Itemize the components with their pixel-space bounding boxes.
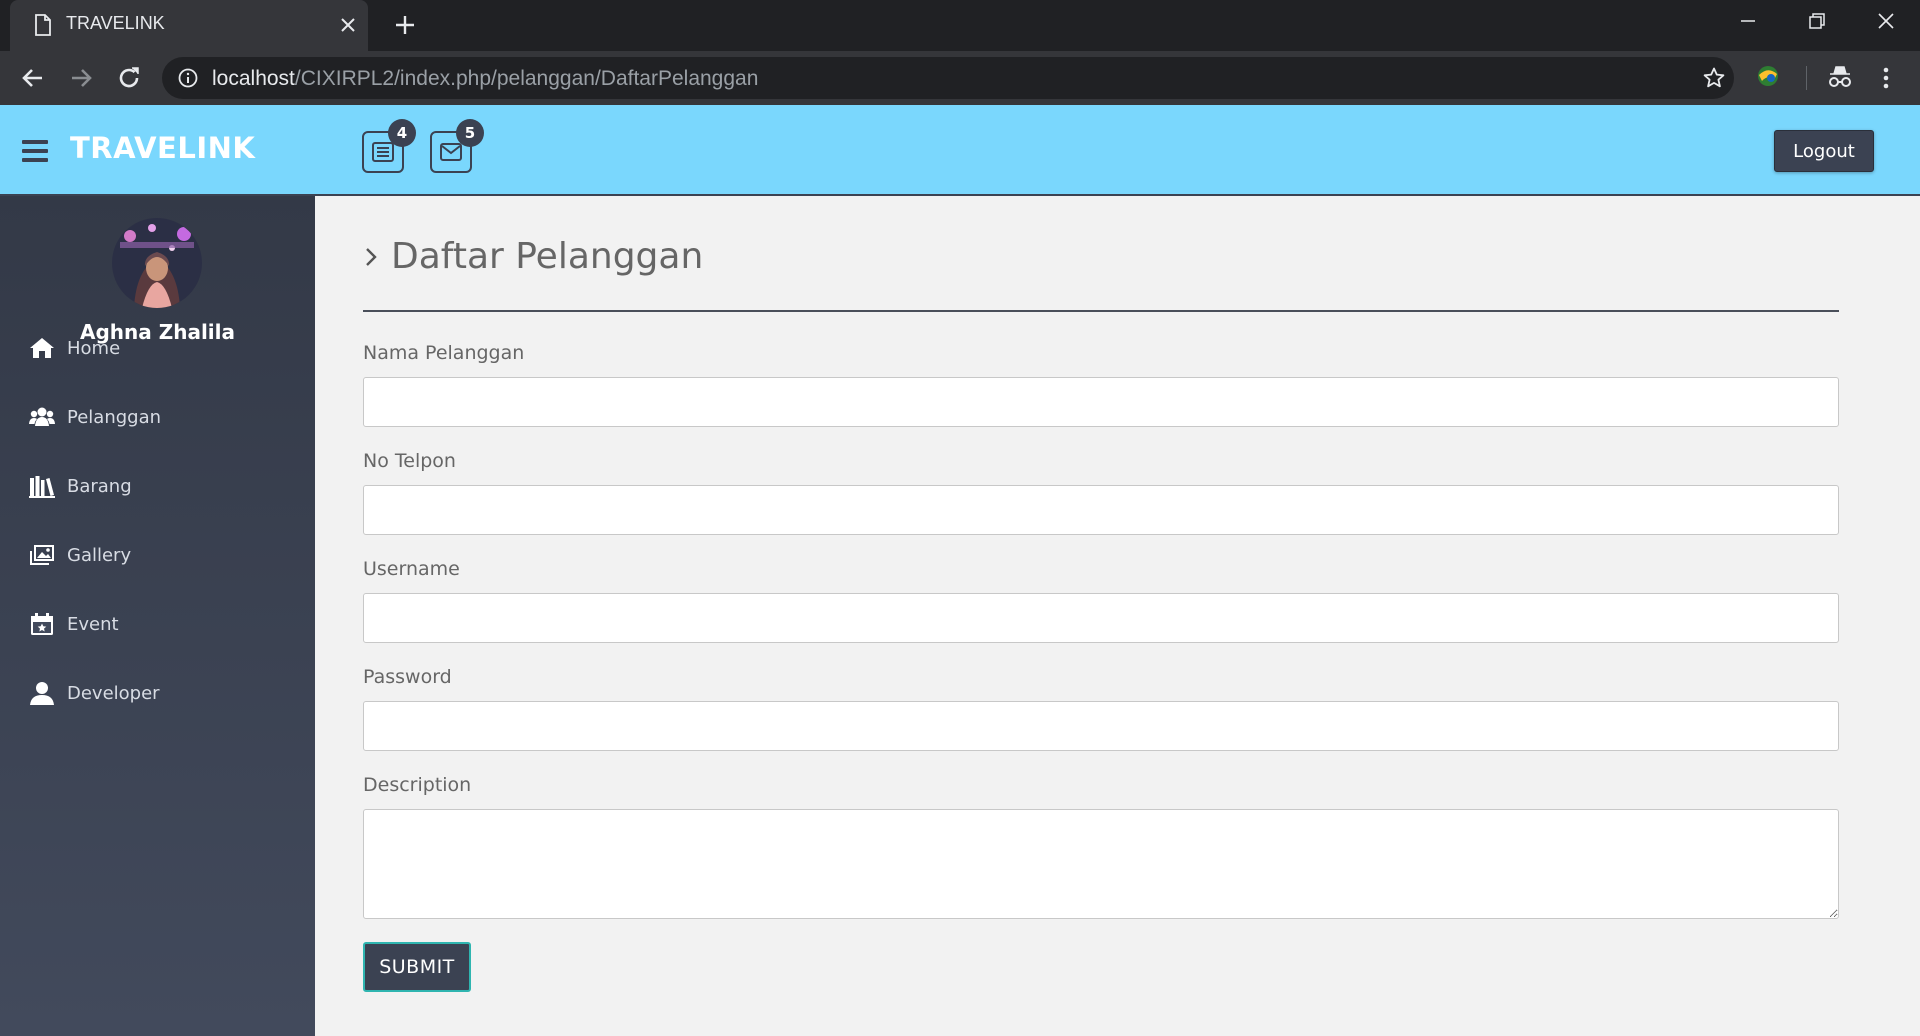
brand-logo[interactable]: TRAVELINK xyxy=(70,131,255,165)
sidebar-item-label: Home xyxy=(67,338,121,359)
chevron-right-icon xyxy=(366,247,377,266)
nama-pelanggan-input[interactable] xyxy=(363,377,1839,427)
bookmark-star-icon[interactable] xyxy=(1702,66,1726,90)
submit-button[interactable]: SUBMIT xyxy=(363,942,471,992)
close-tab-icon[interactable] xyxy=(337,14,359,36)
sidebar-item-gallery[interactable]: Gallery xyxy=(0,531,315,581)
logout-button[interactable]: Logout xyxy=(1774,130,1874,172)
sidebar-item-label: Event xyxy=(67,614,119,635)
books-icon xyxy=(29,476,55,498)
info-icon[interactable] xyxy=(178,68,198,88)
sidebar-item-barang[interactable]: Barang xyxy=(0,462,315,512)
page-title-text: Daftar Pelanggan xyxy=(391,236,704,277)
document-icon xyxy=(35,14,51,36)
browser-toolbar: localhost/CIXIRPL2/index.php/pelanggan/D… xyxy=(0,51,1920,105)
title-divider xyxy=(363,310,1839,312)
home-icon xyxy=(30,338,54,358)
messages-button[interactable]: 5 xyxy=(430,119,484,173)
notifications-button[interactable]: 4 xyxy=(362,119,416,173)
envelope-icon xyxy=(440,143,462,161)
list-icon xyxy=(372,142,394,162)
main-content: Daftar Pelanggan Nama Pelanggan No Telpo… xyxy=(315,196,1920,1036)
sidebar: Aghna Zhalila Home Pelanggan Barang Gall… xyxy=(0,196,315,1036)
new-tab-icon[interactable] xyxy=(392,12,418,38)
forward-icon[interactable] xyxy=(66,63,96,93)
sidebar-item-home[interactable]: Home xyxy=(0,324,315,374)
sidebar-item-label: Barang xyxy=(67,476,132,497)
calendar-icon xyxy=(31,613,53,635)
hamburger-menu-icon[interactable] xyxy=(22,140,48,162)
password-label: Password xyxy=(363,666,452,688)
browser-tab-bar: TRAVELINK xyxy=(0,0,1920,51)
minimize-icon[interactable] xyxy=(1714,0,1782,42)
notifications-badge: 4 xyxy=(388,119,416,147)
address-bar[interactable]: localhost/CIXIRPL2/index.php/pelanggan/D… xyxy=(162,57,1734,99)
url-text[interactable]: localhost/CIXIRPL2/index.php/pelanggan/D… xyxy=(212,67,758,91)
description-textarea[interactable] xyxy=(363,809,1839,919)
back-icon[interactable] xyxy=(18,63,48,93)
sidebar-item-event[interactable]: Event xyxy=(0,600,315,650)
username-input[interactable] xyxy=(363,593,1839,643)
nama-pelanggan-label: Nama Pelanggan xyxy=(363,342,525,364)
username-label: Username xyxy=(363,558,460,580)
user-icon xyxy=(30,682,54,705)
no-telpon-input[interactable] xyxy=(363,485,1839,535)
messages-badge: 5 xyxy=(456,119,484,147)
incognito-icon[interactable] xyxy=(1826,64,1854,90)
users-icon xyxy=(29,407,55,426)
close-window-icon[interactable] xyxy=(1852,0,1920,42)
password-input[interactable] xyxy=(363,701,1839,751)
extension-icon[interactable] xyxy=(1754,62,1782,90)
sidebar-item-label: Developer xyxy=(67,683,160,704)
avatar-photo xyxy=(112,218,202,308)
avatar[interactable] xyxy=(112,218,202,308)
description-label: Description xyxy=(363,774,472,796)
browser-tab[interactable]: TRAVELINK xyxy=(10,0,368,51)
gallery-icon xyxy=(30,545,54,565)
sidebar-item-label: Pelanggan xyxy=(67,407,162,428)
toolbar-separator xyxy=(1806,66,1807,90)
kebab-menu-icon[interactable] xyxy=(1876,64,1896,92)
sidebar-item-developer[interactable]: Developer xyxy=(0,669,315,719)
tab-title: TRAVELINK xyxy=(66,13,165,33)
app-header: TRAVELINK 4 5 Logout xyxy=(0,105,1920,196)
sidebar-item-label: Gallery xyxy=(67,545,132,566)
sidebar-item-pelanggan[interactable]: Pelanggan xyxy=(0,393,315,443)
no-telpon-label: No Telpon xyxy=(363,450,456,472)
restore-icon[interactable] xyxy=(1782,0,1850,42)
reload-icon[interactable] xyxy=(114,63,144,93)
page-title: Daftar Pelanggan xyxy=(363,236,703,277)
